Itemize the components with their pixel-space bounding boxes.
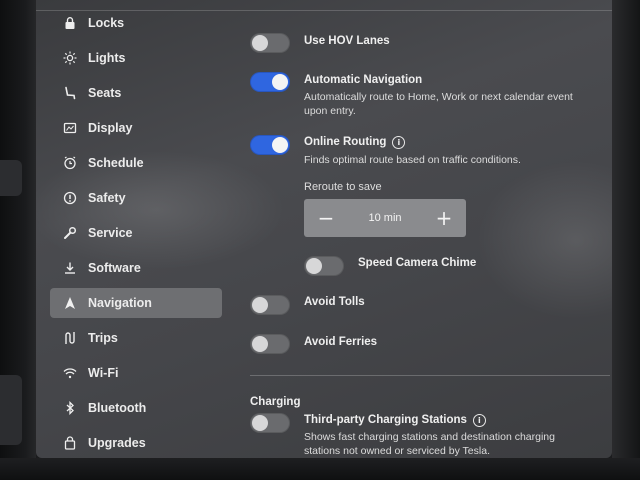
sidebar-item-label: Lights <box>88 51 126 65</box>
third-party-charging-label: Third-party Charging Stations <box>304 414 467 426</box>
bottom-bezel <box>0 458 640 480</box>
sidebar-item-label: Wi-Fi <box>88 366 119 380</box>
automatic-navigation-label: Automatic Navigation <box>304 74 423 86</box>
sidebar-item-wifi[interactable]: Wi-Fi <box>50 358 222 388</box>
display-icon <box>62 120 78 136</box>
toggle-knob <box>252 297 268 313</box>
sidebar-item-lights[interactable]: Lights <box>50 43 222 73</box>
lock-icon <box>62 15 78 31</box>
navigation-settings-panel: Use HOV Lanes Automatic Navigation Autom… <box>246 0 610 458</box>
right-bezel <box>612 0 640 480</box>
download-icon <box>62 260 78 276</box>
bezel-search-icon <box>0 375 22 445</box>
sidebar-item-label: Upgrades <box>88 436 146 450</box>
sidebar-item-label: Service <box>88 226 133 240</box>
hov-lanes-label: Use HOV Lanes <box>304 35 390 47</box>
trips-icon <box>62 330 78 346</box>
sidebar-item-label: Software <box>88 261 141 275</box>
third-party-charging-row: Third-party Charging Stations i <box>304 414 486 427</box>
sidebar-item-service[interactable]: Service <box>50 218 222 248</box>
settings-screen: Locks Lights Seats Display Schedule Safe… <box>36 0 612 458</box>
sidebar-item-label: Seats <box>88 86 122 100</box>
sidebar-item-label: Display <box>88 121 133 135</box>
sidebar-item-label: Schedule <box>88 156 144 170</box>
online-routing-toggle[interactable] <box>250 135 290 155</box>
section-divider <box>250 375 610 376</box>
bluetooth-icon <box>62 400 78 416</box>
plus-button[interactable]: + <box>434 208 454 228</box>
avoid-tolls-label: Avoid Tolls <box>304 296 365 308</box>
sidebar-item-navigation[interactable]: Navigation <box>50 288 222 318</box>
sidebar-item-upgrades[interactable]: Upgrades <box>50 428 222 458</box>
sidebar-item-locks[interactable]: Locks <box>50 8 222 38</box>
third-party-charging-description: Shows fast charging stations and destina… <box>304 431 555 457</box>
reroute-label: Reroute to save <box>304 181 382 193</box>
automatic-navigation-description: Automatically route to Home, Work or nex… <box>304 91 573 117</box>
avoid-ferries-label: Avoid Ferries <box>304 336 378 348</box>
sidebar-item-display[interactable]: Display <box>50 113 222 143</box>
schedule-icon <box>62 155 78 171</box>
online-routing-label: Online Routing <box>304 136 387 148</box>
sidebar-item-seats[interactable]: Seats <box>50 78 222 108</box>
bezel-arrow-icon <box>0 160 22 196</box>
toggle-knob <box>272 137 288 153</box>
sidebar-item-label: Navigation <box>88 296 152 310</box>
online-routing-row: Online Routing i <box>304 136 406 149</box>
minus-button[interactable]: − <box>316 208 336 228</box>
sidebar-item-trips[interactable]: Trips <box>50 323 222 353</box>
sidebar-item-software[interactable]: Software <box>50 253 222 283</box>
seat-icon <box>62 85 78 101</box>
speed-camera-chime-label: Speed Camera Chime <box>358 257 477 269</box>
hov-lanes-toggle[interactable] <box>250 33 290 53</box>
speed-camera-chime-toggle[interactable] <box>304 256 344 276</box>
wifi-icon <box>62 365 78 381</box>
toggle-knob <box>252 415 268 431</box>
sidebar-item-safety[interactable]: Safety <box>50 183 222 213</box>
toggle-knob <box>252 35 268 51</box>
info-icon[interactable]: i <box>392 136 406 149</box>
settings-sidebar: Locks Lights Seats Display Schedule Safe… <box>50 8 222 458</box>
online-routing-description: Finds optimal route based on traffic con… <box>304 154 521 166</box>
reroute-value: 10 min <box>368 212 402 224</box>
toggle-knob <box>252 336 268 352</box>
navigation-icon <box>62 295 78 311</box>
upgrades-icon <box>62 435 78 451</box>
info-icon[interactable]: i <box>472 414 486 427</box>
sidebar-item-label: Trips <box>88 331 118 345</box>
charging-section-title: Charging <box>250 396 301 408</box>
lights-icon <box>62 50 78 66</box>
sidebar-item-schedule[interactable]: Schedule <box>50 148 222 178</box>
automatic-navigation-toggle[interactable] <box>250 72 290 92</box>
sidebar-item-bluetooth[interactable]: Bluetooth <box>50 393 222 423</box>
sidebar-item-label: Safety <box>88 191 126 205</box>
toggle-knob <box>272 74 288 90</box>
wrench-icon <box>62 225 78 241</box>
toggle-knob <box>306 258 322 274</box>
sidebar-item-label: Locks <box>88 16 125 30</box>
avoid-ferries-toggle[interactable] <box>250 334 290 354</box>
sidebar-item-label: Bluetooth <box>88 401 147 415</box>
safety-icon <box>62 190 78 206</box>
third-party-charging-toggle[interactable] <box>250 413 290 433</box>
reroute-stepper: − 10 min + <box>304 199 466 237</box>
avoid-tolls-toggle[interactable] <box>250 295 290 315</box>
